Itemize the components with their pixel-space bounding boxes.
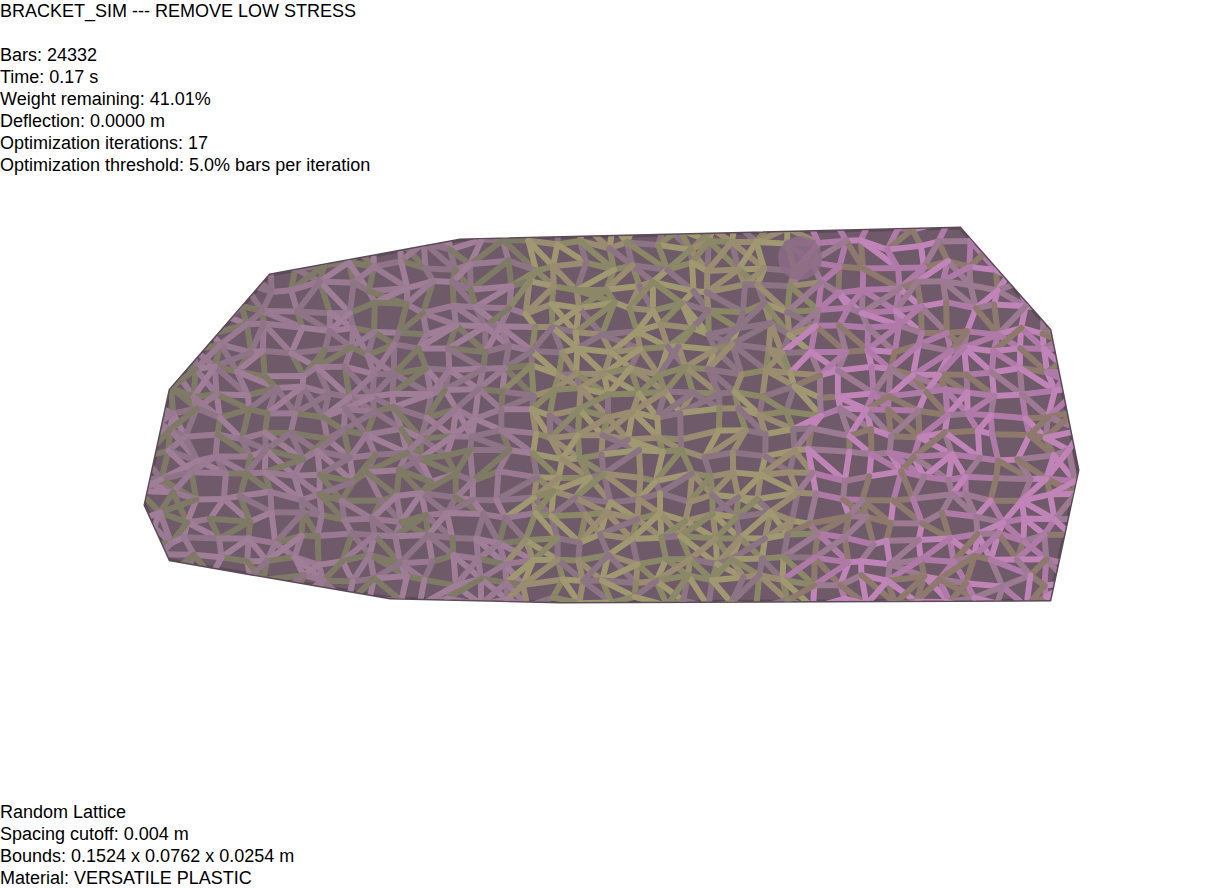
lattice-render[interactable] bbox=[0, 176, 1214, 801]
window-title: BRACKET_SIM --- REMOVE LOW STRESS bbox=[0, 0, 1214, 22]
footer-line: Bounds: 0.1524 x 0.0762 x 0.0254 m bbox=[0, 845, 1214, 867]
stat-line: Optimization threshold: 5.0% bars per it… bbox=[0, 154, 1214, 176]
footer-line: Spacing cutoff: 0.004 m bbox=[0, 823, 1214, 845]
spacer bbox=[0, 22, 1214, 44]
footer-panel: Random LatticeSpacing cutoff: 0.004 mBou… bbox=[0, 801, 1214, 889]
stat-line: Weight remaining: 41.01% bbox=[0, 88, 1214, 110]
footer-line: Material: VERSATILE PLASTIC bbox=[0, 867, 1214, 889]
viewport[interactable] bbox=[0, 176, 1214, 801]
stat-line: Bars: 24332 bbox=[0, 44, 1214, 66]
stat-line: Deflection: 0.0000 m bbox=[0, 110, 1214, 132]
stats-panel: Bars: 24332Time: 0.17 sWeight remaining:… bbox=[0, 44, 1214, 176]
stat-line: Optimization iterations: 17 bbox=[0, 132, 1214, 154]
app: BRACKET_SIM --- REMOVE LOW STRESS Bars: 2… bbox=[0, 0, 1214, 889]
stat-line: Time: 0.17 s bbox=[0, 66, 1214, 88]
footer-line: Random Lattice bbox=[0, 801, 1214, 823]
